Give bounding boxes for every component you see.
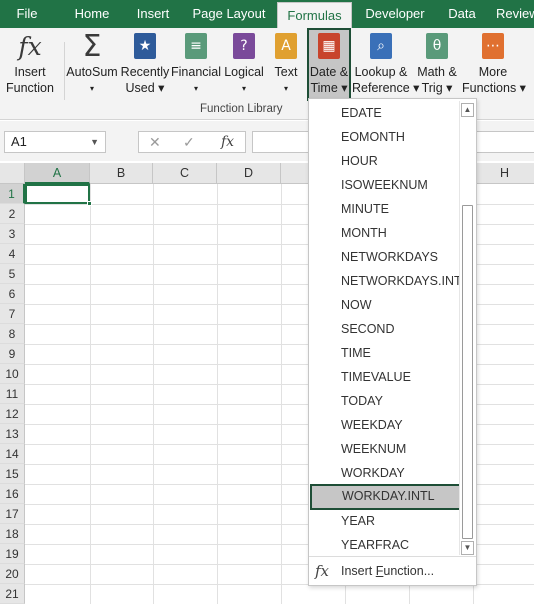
row-header[interactable]: 18 [0,524,25,544]
letter-a-book-icon: A [273,33,299,61]
grid-line [90,184,91,604]
calendar-book-icon: ▦ [316,33,342,61]
tab-formulas[interactable]: Formulas [277,2,352,28]
financial-button[interactable]: ≡ Financial ▾ [171,30,221,102]
date-time-button[interactable]: ▦ Date & Time ▾ [307,28,351,101]
list-item[interactable]: ISOWEEKNUM [309,173,459,197]
row-header[interactable]: 6 [0,284,25,304]
insert-function-label: Insert Function... [341,564,435,578]
formula-buttons: ✕ ✓ fx [138,131,246,153]
math-trig-button[interactable]: θ Math & Trig ▾ [412,30,462,102]
excel-window: File Home Insert Page Layout Formulas De… [0,0,534,604]
list-item[interactable]: EOMONTH [309,125,459,149]
fill-handle[interactable] [87,201,92,206]
text-button[interactable]: A Text ▾ [268,30,304,102]
list-item[interactable]: WEEKNUM [309,437,459,461]
list-item[interactable]: SECOND [309,317,459,341]
row-header[interactable]: 4 [0,244,25,264]
star-book-icon: ★ [132,33,158,61]
row-header[interactable]: 20 [0,564,25,584]
tab-review[interactable]: Review [496,0,534,28]
list-item[interactable]: YEARFRAC [309,533,459,557]
column-header[interactable]: A [25,163,90,184]
row-header[interactable]: 17 [0,504,25,524]
date-time-dropdown: EDATE EOMONTH HOUR ISOWEEKNUM MINUTE MON… [308,98,477,586]
lookup-reference-button[interactable]: ⌕ Lookup & Reference ▾ [352,30,419,102]
column-header[interactable]: H [473,163,534,184]
row-header[interactable]: 10 [0,364,25,384]
active-cell-a1[interactable] [25,184,92,206]
grid-line [153,184,154,604]
chevron-down-icon[interactable]: ▼ [90,132,99,152]
column-header[interactable]: B [90,163,153,184]
list-item[interactable]: TODAY [309,389,459,413]
select-all-corner[interactable] [0,163,25,184]
row-header[interactable]: 16 [0,484,25,504]
list-item[interactable]: HOUR [309,149,459,173]
tab-file[interactable]: File [6,0,48,28]
column-header[interactable]: C [153,163,217,184]
row-header[interactable]: 21 [0,584,25,604]
row-header[interactable]: 12 [0,404,25,424]
column-header[interactable]: D [217,163,281,184]
list-item[interactable]: WEEKDAY [309,413,459,437]
row-header[interactable]: 8 [0,324,25,344]
row-header[interactable]: 19 [0,544,25,564]
list-item[interactable]: NOW [309,293,459,317]
tab-data[interactable]: Data [440,0,484,28]
name-box[interactable]: A1 ▼ [4,131,106,153]
row-header[interactable]: 2 [0,204,25,224]
function-library-group-label: Function Library [200,103,283,115]
theta-book-icon: θ [424,33,450,61]
magnifier-book-icon: ⌕ [368,33,394,61]
ribbon-tab-bar: File Home Insert Page Layout Formulas De… [0,0,534,28]
more-book-icon: ⋯ [480,33,506,61]
group-divider [64,42,65,100]
tab-developer[interactable]: Developer [362,0,428,28]
enter-icon[interactable]: ✓ [183,134,195,151]
tab-page-layout[interactable]: Page Layout [188,0,270,28]
row-header[interactable]: 7 [0,304,25,324]
list-item[interactable]: MONTH [309,221,459,245]
divider [309,556,476,557]
row-header[interactable]: 3 [0,224,25,244]
row-header[interactable]: 5 [0,264,25,284]
row-header[interactable]: 14 [0,444,25,464]
scroll-up-icon[interactable]: ▲ [461,103,474,117]
list-item[interactable]: EDATE [309,101,459,125]
sigma-icon: Σ [82,29,102,64]
row-header[interactable]: 1 [0,184,25,204]
list-item[interactable]: MINUTE [309,197,459,221]
recently-used-button[interactable]: ★ Recently Used ▾ [120,30,170,102]
insert-function-button[interactable]: fx Insert Function [2,30,58,102]
list-item[interactable]: YEAR [309,509,459,533]
list-item[interactable]: TIMEVALUE [309,365,459,389]
insert-function-fx-icon[interactable]: fx [221,134,234,150]
question-book-icon: ? [231,33,257,61]
autosum-button[interactable]: Σ AutoSum ▾ [66,30,118,102]
row-header[interactable]: 9 [0,344,25,364]
fx-icon: fx [315,562,330,580]
row-header[interactable]: 15 [0,464,25,484]
scroll-thumb[interactable] [462,205,473,539]
list-item[interactable]: NETWORKDAYS.INTL [309,269,469,293]
row-header[interactable]: 11 [0,384,25,404]
list-item[interactable]: WORKDAY [309,461,459,485]
cancel-icon[interactable]: ✕ [149,134,161,151]
list-item-highlighted[interactable]: WORKDAY.INTL [310,484,462,510]
grid-line [281,184,282,604]
scroll-down-icon[interactable]: ▼ [461,541,474,555]
tab-insert[interactable]: Insert [128,0,178,28]
insert-function-menu-item[interactable]: fx Insert Function... [309,558,476,584]
list-item[interactable]: NETWORKDAYS [309,245,459,269]
coins-book-icon: ≡ [183,33,209,61]
list-item[interactable]: TIME [309,341,459,365]
fx-icon: fx [18,32,42,61]
logical-button[interactable]: ? Logical ▾ [222,30,266,102]
grid-line [217,184,218,604]
dropdown-scrollbar[interactable]: ▲ ▼ [459,101,475,555]
row-header[interactable]: 13 [0,424,25,444]
tab-home[interactable]: Home [66,0,118,28]
more-functions-button[interactable]: ⋯ More Functions ▾ [462,30,526,102]
